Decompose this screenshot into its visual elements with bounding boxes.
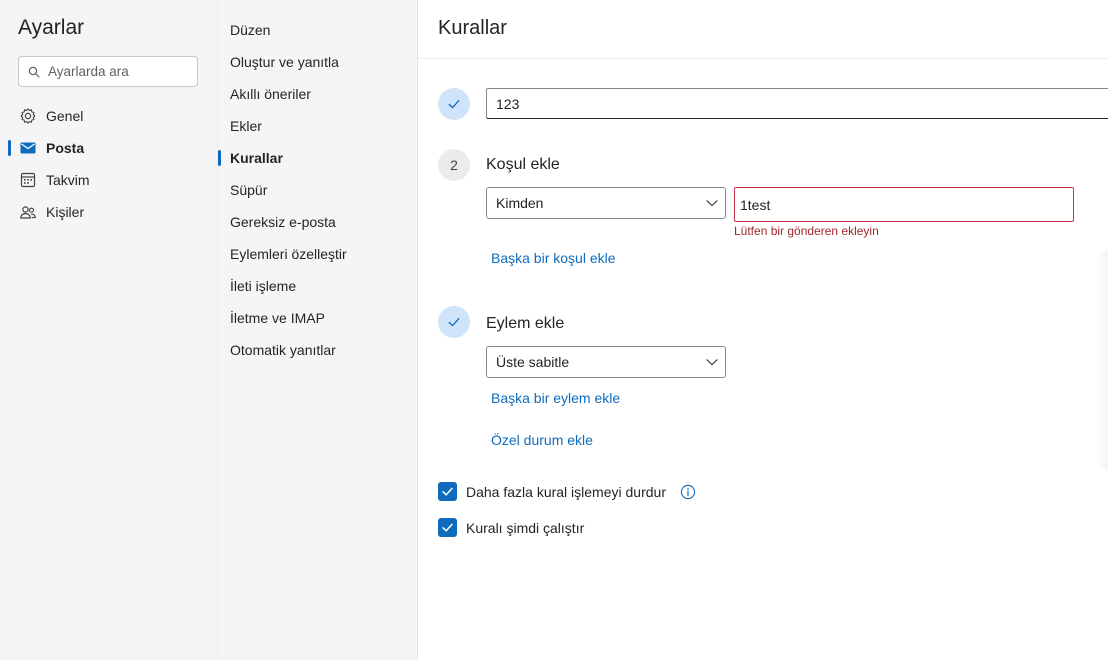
people-icon xyxy=(19,203,37,221)
action-type-value: Üste sabitle xyxy=(496,354,570,370)
subnav-item-otomatik-yanitlar[interactable]: Otomatik yanıtlar xyxy=(218,334,417,366)
subnav-item-olustur-ve-yanitla[interactable]: Oluştur ve yanıtla xyxy=(218,46,417,78)
action-section-label: Eylem ekle xyxy=(486,315,565,332)
mail-icon xyxy=(19,139,37,157)
checkmark-icon xyxy=(442,523,453,532)
action-type-dropdown[interactable]: Üste sabitle xyxy=(486,346,726,378)
subnav-item-eylemleri-ozellestir[interactable]: Eylemleri özelleştir xyxy=(218,238,417,270)
run-now-checkbox[interactable] xyxy=(438,518,457,537)
stop-processing-row: Daha fazla kural işlemeyi durdur xyxy=(438,482,696,501)
run-now-label: Kuralı şimdi çalıştır xyxy=(466,519,585,536)
checkmark-icon xyxy=(442,487,453,496)
subnav-item-duzen[interactable]: Düzen xyxy=(218,14,417,46)
condition-type-dropdown[interactable]: Kimden xyxy=(486,187,726,219)
settings-title: Ayarlar xyxy=(18,16,85,39)
subnav-item-supur[interactable]: Süpür xyxy=(218,174,417,206)
subnav-item-kurallar[interactable]: Kurallar xyxy=(218,142,417,174)
calendar-icon xyxy=(19,171,37,189)
run-now-row: Kuralı şimdi çalıştır xyxy=(438,518,584,537)
subnav-item-gereksiz-eposta[interactable]: Gereksiz e-posta xyxy=(218,206,417,238)
sender-error-message: Lütfen bir gönderen ekleyin xyxy=(734,224,879,238)
sender-input[interactable] xyxy=(734,187,1074,222)
chevron-down-icon xyxy=(706,200,718,207)
checkmark-icon xyxy=(448,317,460,327)
category-genel[interactable]: Genel xyxy=(0,100,218,132)
add-action-link[interactable]: Başka bir eylem ekle xyxy=(491,390,620,406)
rules-header: Kurallar xyxy=(418,0,1108,59)
settings-category-pane: Ayarlar Genel Posta xyxy=(0,0,218,660)
rule-name-input[interactable] xyxy=(486,88,1108,119)
stop-processing-checkbox[interactable] xyxy=(438,482,457,501)
category-kisiler[interactable]: Kişiler xyxy=(0,196,218,228)
step-condition-number: 2 xyxy=(438,149,470,181)
settings-search-box[interactable] xyxy=(18,56,198,87)
category-label: Takvim xyxy=(46,172,90,188)
add-condition-link[interactable]: Başka bir koşul ekle xyxy=(491,250,616,266)
category-label: Kişiler xyxy=(46,204,85,220)
condition-type-value: Kimden xyxy=(496,195,544,211)
stop-processing-label: Daha fazla kural işlemeyi durdur xyxy=(466,483,666,500)
settings-search-input[interactable] xyxy=(48,64,188,79)
subnav-item-iletme-ve-imap[interactable]: İletme ve IMAP xyxy=(218,302,417,334)
info-icon[interactable] xyxy=(680,484,696,500)
category-takvim[interactable]: Takvim xyxy=(0,164,218,196)
chevron-down-icon xyxy=(706,359,718,366)
add-exception-link[interactable]: Özel durum ekle xyxy=(491,432,593,448)
step-action-complete xyxy=(438,306,470,338)
rules-editor-pane: Kurallar 2 Koşul ekle Kimden Lütfen bir … xyxy=(418,0,1108,660)
category-posta[interactable]: Posta xyxy=(0,132,218,164)
condition-section-label: Koşul ekle xyxy=(486,156,560,173)
panel-edge-shadow xyxy=(1094,250,1108,470)
mail-settings-subnav: Düzen Oluştur ve yanıtla Akıllı öneriler… xyxy=(218,0,418,660)
page-title: Kurallar xyxy=(438,17,507,39)
subnav-item-akilli-oneriler[interactable]: Akıllı öneriler xyxy=(218,78,417,110)
gear-icon xyxy=(19,107,37,125)
category-label: Posta xyxy=(46,140,85,156)
subnav-item-ekler[interactable]: Ekler xyxy=(218,110,417,142)
checkmark-icon xyxy=(448,99,460,109)
search-icon xyxy=(28,66,40,78)
step-name-complete xyxy=(438,88,470,120)
subnav-item-ileti-isleme[interactable]: İleti işleme xyxy=(218,270,417,302)
category-label: Genel xyxy=(46,108,84,124)
